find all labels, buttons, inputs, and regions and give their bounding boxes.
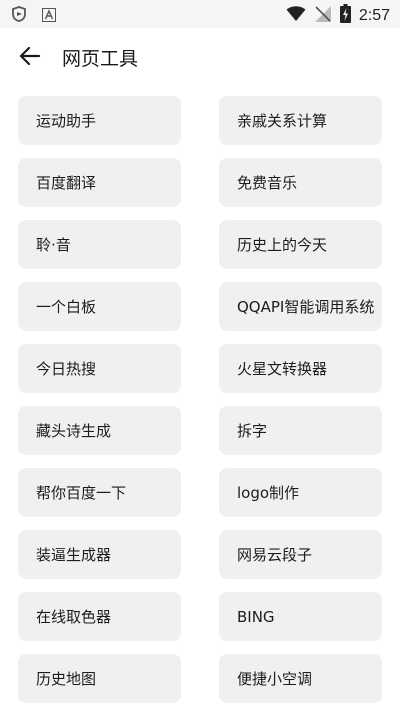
- tool-button-qqapi[interactable]: QQAPI智能调用系统: [219, 282, 382, 331]
- tool-button-mianfei-yinyue[interactable]: 免费音乐: [219, 158, 382, 207]
- tool-label: BING: [237, 607, 275, 626]
- battery-charging-icon: [339, 4, 351, 27]
- tool-label: 拆字: [237, 422, 268, 440]
- tool-button-qinqi-guanxi[interactable]: 亲戚关系计算: [219, 96, 382, 145]
- tool-button-zhuangbi[interactable]: 装逼生成器: [18, 530, 181, 579]
- tool-button-lishi-ditu[interactable]: 历史地图: [18, 654, 181, 703]
- tool-button-logo[interactable]: logo制作: [219, 468, 382, 517]
- tool-label: 在线取色器: [36, 608, 112, 626]
- tool-label: 历史地图: [36, 670, 97, 688]
- tool-label: 百度翻译: [36, 174, 97, 192]
- tool-label: 一个白板: [36, 298, 97, 316]
- tool-button-quseqi[interactable]: 在线取色器: [18, 592, 181, 641]
- tool-button-baiban[interactable]: 一个白板: [18, 282, 181, 331]
- tool-grid: 运动助手 亲戚关系计算 百度翻译 免费音乐 聆·音 历史上的今天 一个白板 QQ…: [18, 96, 382, 703]
- tool-label: 网易云段子: [237, 546, 313, 564]
- shield-app-icon: [12, 6, 26, 26]
- tool-label: 历史上的今天: [237, 236, 328, 254]
- tool-button-yundong-zhushou[interactable]: 运动助手: [18, 96, 181, 145]
- wifi-icon: [286, 5, 306, 26]
- tool-label: QQAPI智能调用系统: [237, 298, 375, 316]
- tool-label: 便捷小空调: [237, 670, 313, 688]
- tool-button-cangtoushi[interactable]: 藏头诗生成: [18, 406, 181, 455]
- status-right-icons: 2:57: [286, 4, 390, 27]
- tool-button-lingyin[interactable]: 聆·音: [18, 220, 181, 269]
- arrow-left-icon: [19, 46, 41, 70]
- tool-button-huoxingwen[interactable]: 火星文转换器: [219, 344, 382, 393]
- tool-button-chaizi[interactable]: 拆字: [219, 406, 382, 455]
- signal-off-icon: [314, 5, 332, 27]
- tool-label: 藏头诗生成: [36, 422, 112, 440]
- back-button[interactable]: [14, 44, 46, 72]
- tool-button-bing[interactable]: BING: [219, 592, 382, 641]
- status-left-icons: [12, 6, 56, 26]
- tool-button-kongtiao[interactable]: 便捷小空调: [219, 654, 382, 703]
- status-time: 2:57: [358, 6, 390, 24]
- tool-label: 火星文转换器: [237, 360, 328, 378]
- tool-button-wangyiyun[interactable]: 网易云段子: [219, 530, 382, 579]
- tool-button-lishi-jintian[interactable]: 历史上的今天: [219, 220, 382, 269]
- tool-label: 免费音乐: [237, 174, 298, 192]
- tool-label: logo制作: [237, 484, 300, 502]
- app-bar: 网页工具: [0, 28, 400, 88]
- tool-label: 帮你百度一下: [36, 484, 127, 502]
- a-app-icon: [42, 7, 56, 26]
- tool-button-baidu-fanyi[interactable]: 百度翻译: [18, 158, 181, 207]
- tool-label: 聆·音: [36, 236, 71, 254]
- tool-label: 运动助手: [36, 112, 97, 130]
- tool-label: 今日热搜: [36, 360, 97, 378]
- tool-button-baidu-yixia[interactable]: 帮你百度一下: [18, 468, 181, 517]
- page-title: 网页工具: [62, 48, 139, 70]
- tool-label: 装逼生成器: [36, 546, 112, 564]
- tool-button-jinri-resou[interactable]: 今日热搜: [18, 344, 181, 393]
- status-bar: 2:57: [0, 0, 400, 28]
- tool-label: 亲戚关系计算: [237, 112, 328, 130]
